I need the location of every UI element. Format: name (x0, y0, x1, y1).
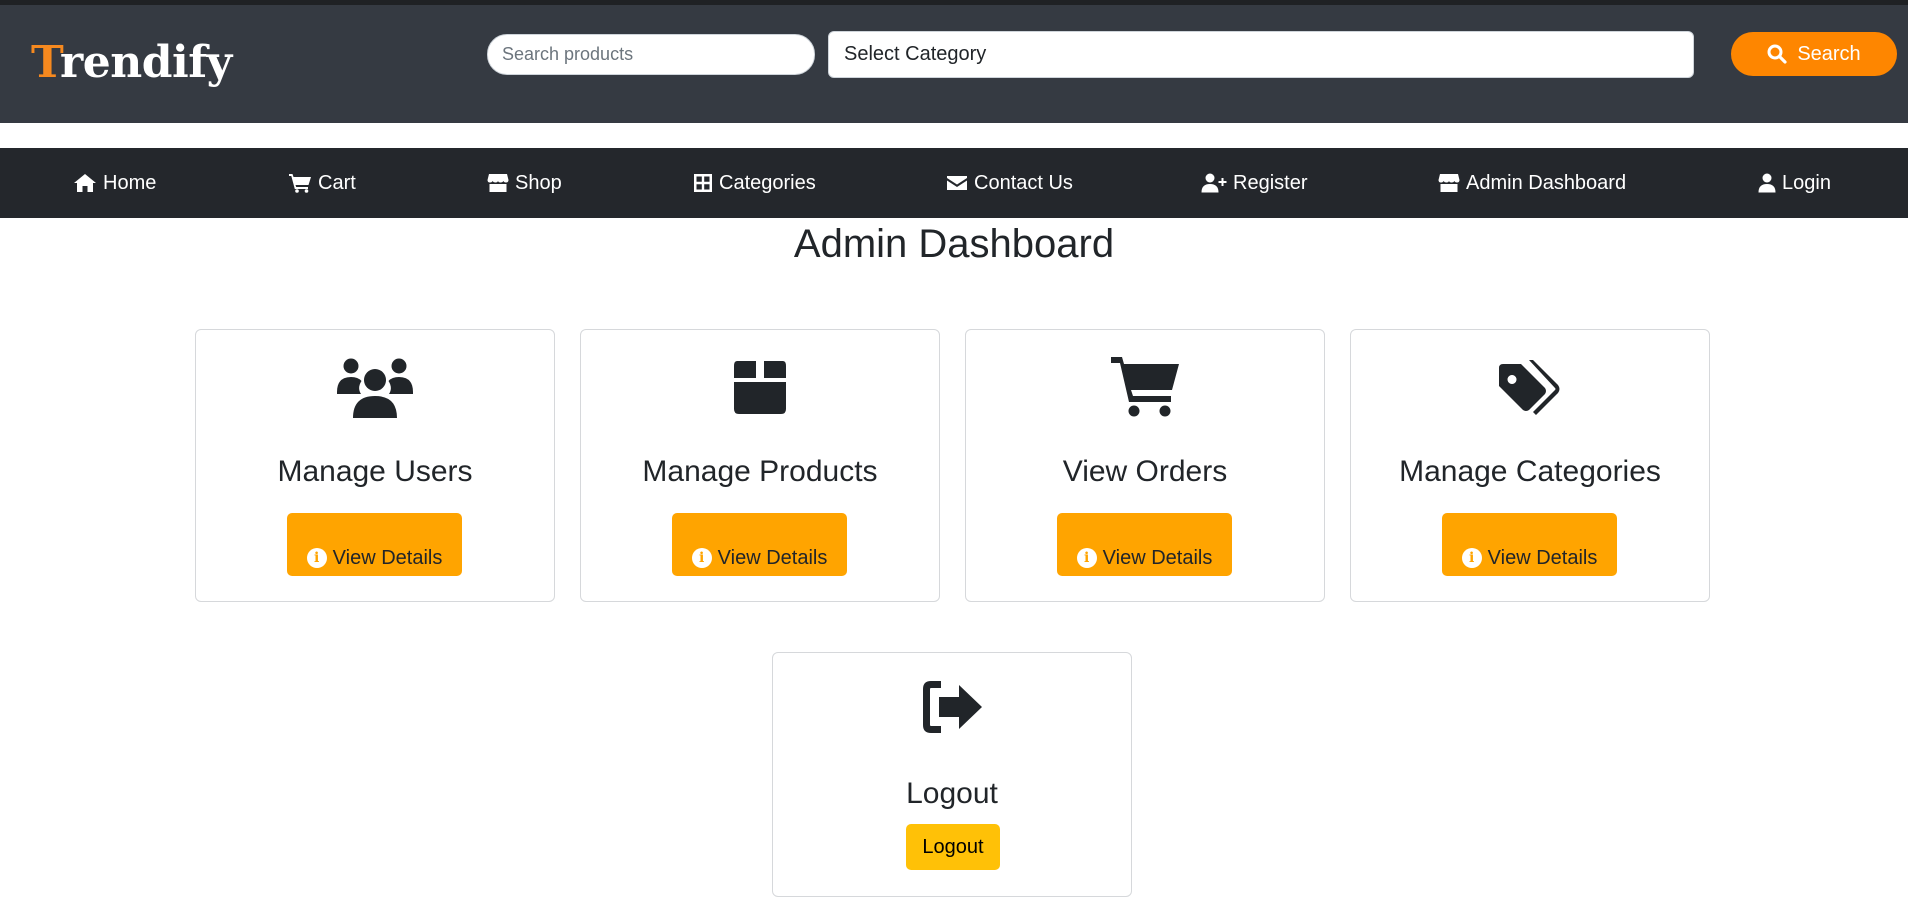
tags-icon (1499, 360, 1560, 415)
nav-item-contact-us[interactable]: Contact Us (946, 148, 1073, 218)
view-details-button[interactable]: i View Details (1057, 513, 1232, 576)
nav-item-label: Contact Us (974, 171, 1073, 194)
top-header: Trendify Search products Select Category… (0, 5, 1908, 123)
user-icon (1758, 173, 1776, 193)
category-select[interactable]: Select Category (828, 31, 1694, 78)
brand-logo-rest: rendify (60, 37, 232, 88)
info-icon: i (691, 548, 712, 568)
manage-users-card: Manage Users i View Details (195, 329, 555, 602)
cart-icon (1111, 357, 1179, 417)
info-icon: i (1461, 548, 1482, 568)
user-plus-icon (1201, 173, 1227, 193)
cart-icon (289, 174, 311, 193)
nav-item-label: Register (1233, 171, 1308, 194)
nav-item-label: Home (103, 171, 157, 194)
nav-item-label: Shop (515, 171, 562, 194)
info-icon: i (306, 548, 327, 568)
nav-item-label: Admin Dashboard (1466, 171, 1627, 194)
search-icon (1767, 44, 1787, 64)
nav-item-categories[interactable]: Categories (693, 148, 816, 218)
page-title: Admin Dashboard (793, 222, 1115, 266)
search-input-placeholder: Search products (502, 44, 634, 64)
card-title: View Orders (1062, 455, 1228, 488)
nav-item-label: Cart (318, 171, 356, 194)
grid-icon (694, 174, 712, 192)
view-orders-card: View Orders i View Details (965, 329, 1325, 602)
search-input[interactable]: Search products (487, 34, 815, 75)
category-select-value: Select Category (844, 43, 987, 65)
envelope-icon (947, 176, 967, 190)
card-title: Manage Users (277, 455, 473, 488)
card-title: Manage Categories (1399, 455, 1661, 488)
card-title: Logout (906, 777, 998, 810)
view-details-label: View Details (1102, 547, 1213, 569)
search-button[interactable]: Search (1731, 32, 1897, 76)
users-icon (337, 358, 413, 418)
view-details-button[interactable]: i View Details (287, 513, 462, 576)
nav-item-home[interactable]: Home (73, 148, 156, 218)
nav-item-cart[interactable]: Cart (288, 148, 356, 218)
shop-icon (487, 174, 509, 192)
nav-item-label: Categories (719, 171, 816, 194)
box-icon (734, 361, 786, 414)
info-icon: i (1076, 548, 1097, 568)
nav-item-register[interactable]: Register (1201, 148, 1307, 218)
search-button-label: Search (1797, 42, 1861, 65)
view-details-label: View Details (332, 547, 443, 569)
home-icon (74, 174, 96, 192)
nav-item-login[interactable]: Login (1758, 148, 1831, 218)
manage-categories-card: Manage Categories i View Details (1350, 329, 1710, 602)
view-details-label: View Details (1487, 547, 1598, 569)
view-details-button[interactable]: i View Details (672, 513, 847, 576)
main-nav: Home Cart Shop Categories Contact Us Reg… (0, 148, 1908, 218)
card-title: Manage Products (642, 455, 878, 488)
logout-button[interactable]: Logout (906, 824, 1000, 870)
brand-logo[interactable]: Trendify (31, 41, 232, 85)
manage-products-card: Manage Products i View Details (580, 329, 940, 602)
nav-item-admin-dashboard[interactable]: Admin Dashboard (1438, 148, 1626, 218)
nav-item-label: Login (1782, 171, 1831, 194)
logout-card: Logout Logout (772, 652, 1132, 897)
view-details-button[interactable]: i View Details (1442, 513, 1617, 576)
view-details-label: View Details (717, 547, 828, 569)
brand-logo-first-letter: T (31, 37, 61, 88)
logout-icon (923, 681, 982, 733)
shop-icon (1438, 174, 1460, 192)
nav-item-shop[interactable]: Shop (487, 148, 562, 218)
